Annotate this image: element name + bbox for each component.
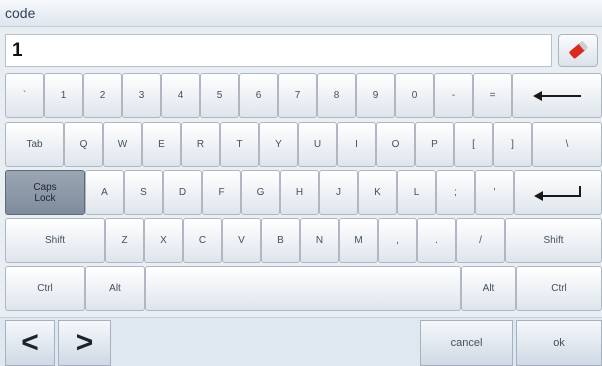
key-enter[interactable]	[514, 170, 602, 215]
key-h[interactable]: H	[280, 170, 319, 215]
key-p[interactable]: P	[415, 122, 454, 167]
key-quote[interactable]: '	[475, 170, 514, 215]
key-o[interactable]: O	[376, 122, 415, 167]
key-backslash[interactable]: \	[532, 122, 602, 167]
key-9[interactable]: 9	[356, 73, 395, 118]
key-x[interactable]: X	[144, 218, 183, 263]
key-m[interactable]: M	[339, 218, 378, 263]
key-v[interactable]: V	[222, 218, 261, 263]
window-title: code	[5, 5, 36, 21]
enter-arrow-icon	[534, 185, 581, 201]
key-4[interactable]: 4	[161, 73, 200, 118]
key-ctrl-right[interactable]: Ctrl	[516, 266, 602, 311]
key-g[interactable]: G	[241, 170, 280, 215]
key-d[interactable]: D	[163, 170, 202, 215]
key-backspace[interactable]	[512, 73, 602, 118]
key-k[interactable]: K	[358, 170, 397, 215]
key-space[interactable]	[145, 266, 461, 311]
key-shift-left[interactable]: Shift	[5, 218, 105, 263]
key-period[interactable]: .	[417, 218, 456, 263]
key-alt-left[interactable]: Alt	[85, 266, 145, 311]
key-0[interactable]: 0	[395, 73, 434, 118]
eraser-icon	[569, 41, 588, 59]
chevron-right-icon: >	[75, 326, 94, 359]
key-t[interactable]: T	[220, 122, 259, 167]
code-input-value: 1	[12, 40, 23, 61]
ok-button[interactable]: ok	[516, 320, 602, 366]
key-5[interactable]: 5	[200, 73, 239, 118]
key-r[interactable]: R	[181, 122, 220, 167]
key-3[interactable]: 3	[122, 73, 161, 118]
key-8[interactable]: 8	[317, 73, 356, 118]
key-s[interactable]: S	[124, 170, 163, 215]
key-7[interactable]: 7	[278, 73, 317, 118]
key-minus[interactable]: -	[434, 73, 473, 118]
key-a[interactable]: A	[85, 170, 124, 215]
key-6[interactable]: 6	[239, 73, 278, 118]
key-slash[interactable]: /	[456, 218, 505, 263]
key-e[interactable]: E	[142, 122, 181, 167]
key-ctrl-left[interactable]: Ctrl	[5, 266, 85, 311]
key-l[interactable]: L	[397, 170, 436, 215]
key-c[interactable]: C	[183, 218, 222, 263]
key-z[interactable]: Z	[105, 218, 144, 263]
virtual-keyboard: ` 1 2 3 4 5 6 7 8 9 0 - = Tab Q W E R T …	[5, 73, 602, 320]
code-input[interactable]: 1	[5, 34, 552, 67]
key-j[interactable]: J	[319, 170, 358, 215]
key-b[interactable]: B	[261, 218, 300, 263]
key-1[interactable]: 1	[44, 73, 83, 118]
key-2[interactable]: 2	[83, 73, 122, 118]
title-bar: code	[0, 0, 602, 27]
key-n[interactable]: N	[300, 218, 339, 263]
key-u[interactable]: U	[298, 122, 337, 167]
key-right-bracket[interactable]: ]	[493, 122, 532, 167]
key-caps-lock[interactable]: Caps Lock	[5, 170, 85, 215]
key-equals[interactable]: =	[473, 73, 512, 118]
key-semicolon[interactable]: ;	[436, 170, 475, 215]
backspace-arrow-icon	[533, 90, 581, 101]
cancel-button[interactable]: cancel	[420, 320, 513, 366]
prev-button[interactable]: <	[5, 320, 55, 366]
bottom-bar: < > cancel ok	[0, 317, 602, 366]
chevron-left-icon: <	[21, 326, 39, 359]
key-f[interactable]: F	[202, 170, 241, 215]
key-tab[interactable]: Tab	[5, 122, 64, 167]
key-y[interactable]: Y	[259, 122, 298, 167]
key-backtick[interactable]: `	[5, 73, 44, 118]
key-q[interactable]: Q	[64, 122, 103, 167]
key-alt-right[interactable]: Alt	[461, 266, 516, 311]
key-shift-right[interactable]: Shift	[505, 218, 602, 263]
clear-button[interactable]	[558, 34, 598, 67]
key-left-bracket[interactable]: [	[454, 122, 493, 167]
key-w[interactable]: W	[103, 122, 142, 167]
key-comma[interactable]: ,	[378, 218, 417, 263]
next-button[interactable]: >	[58, 320, 111, 366]
key-i[interactable]: I	[337, 122, 376, 167]
